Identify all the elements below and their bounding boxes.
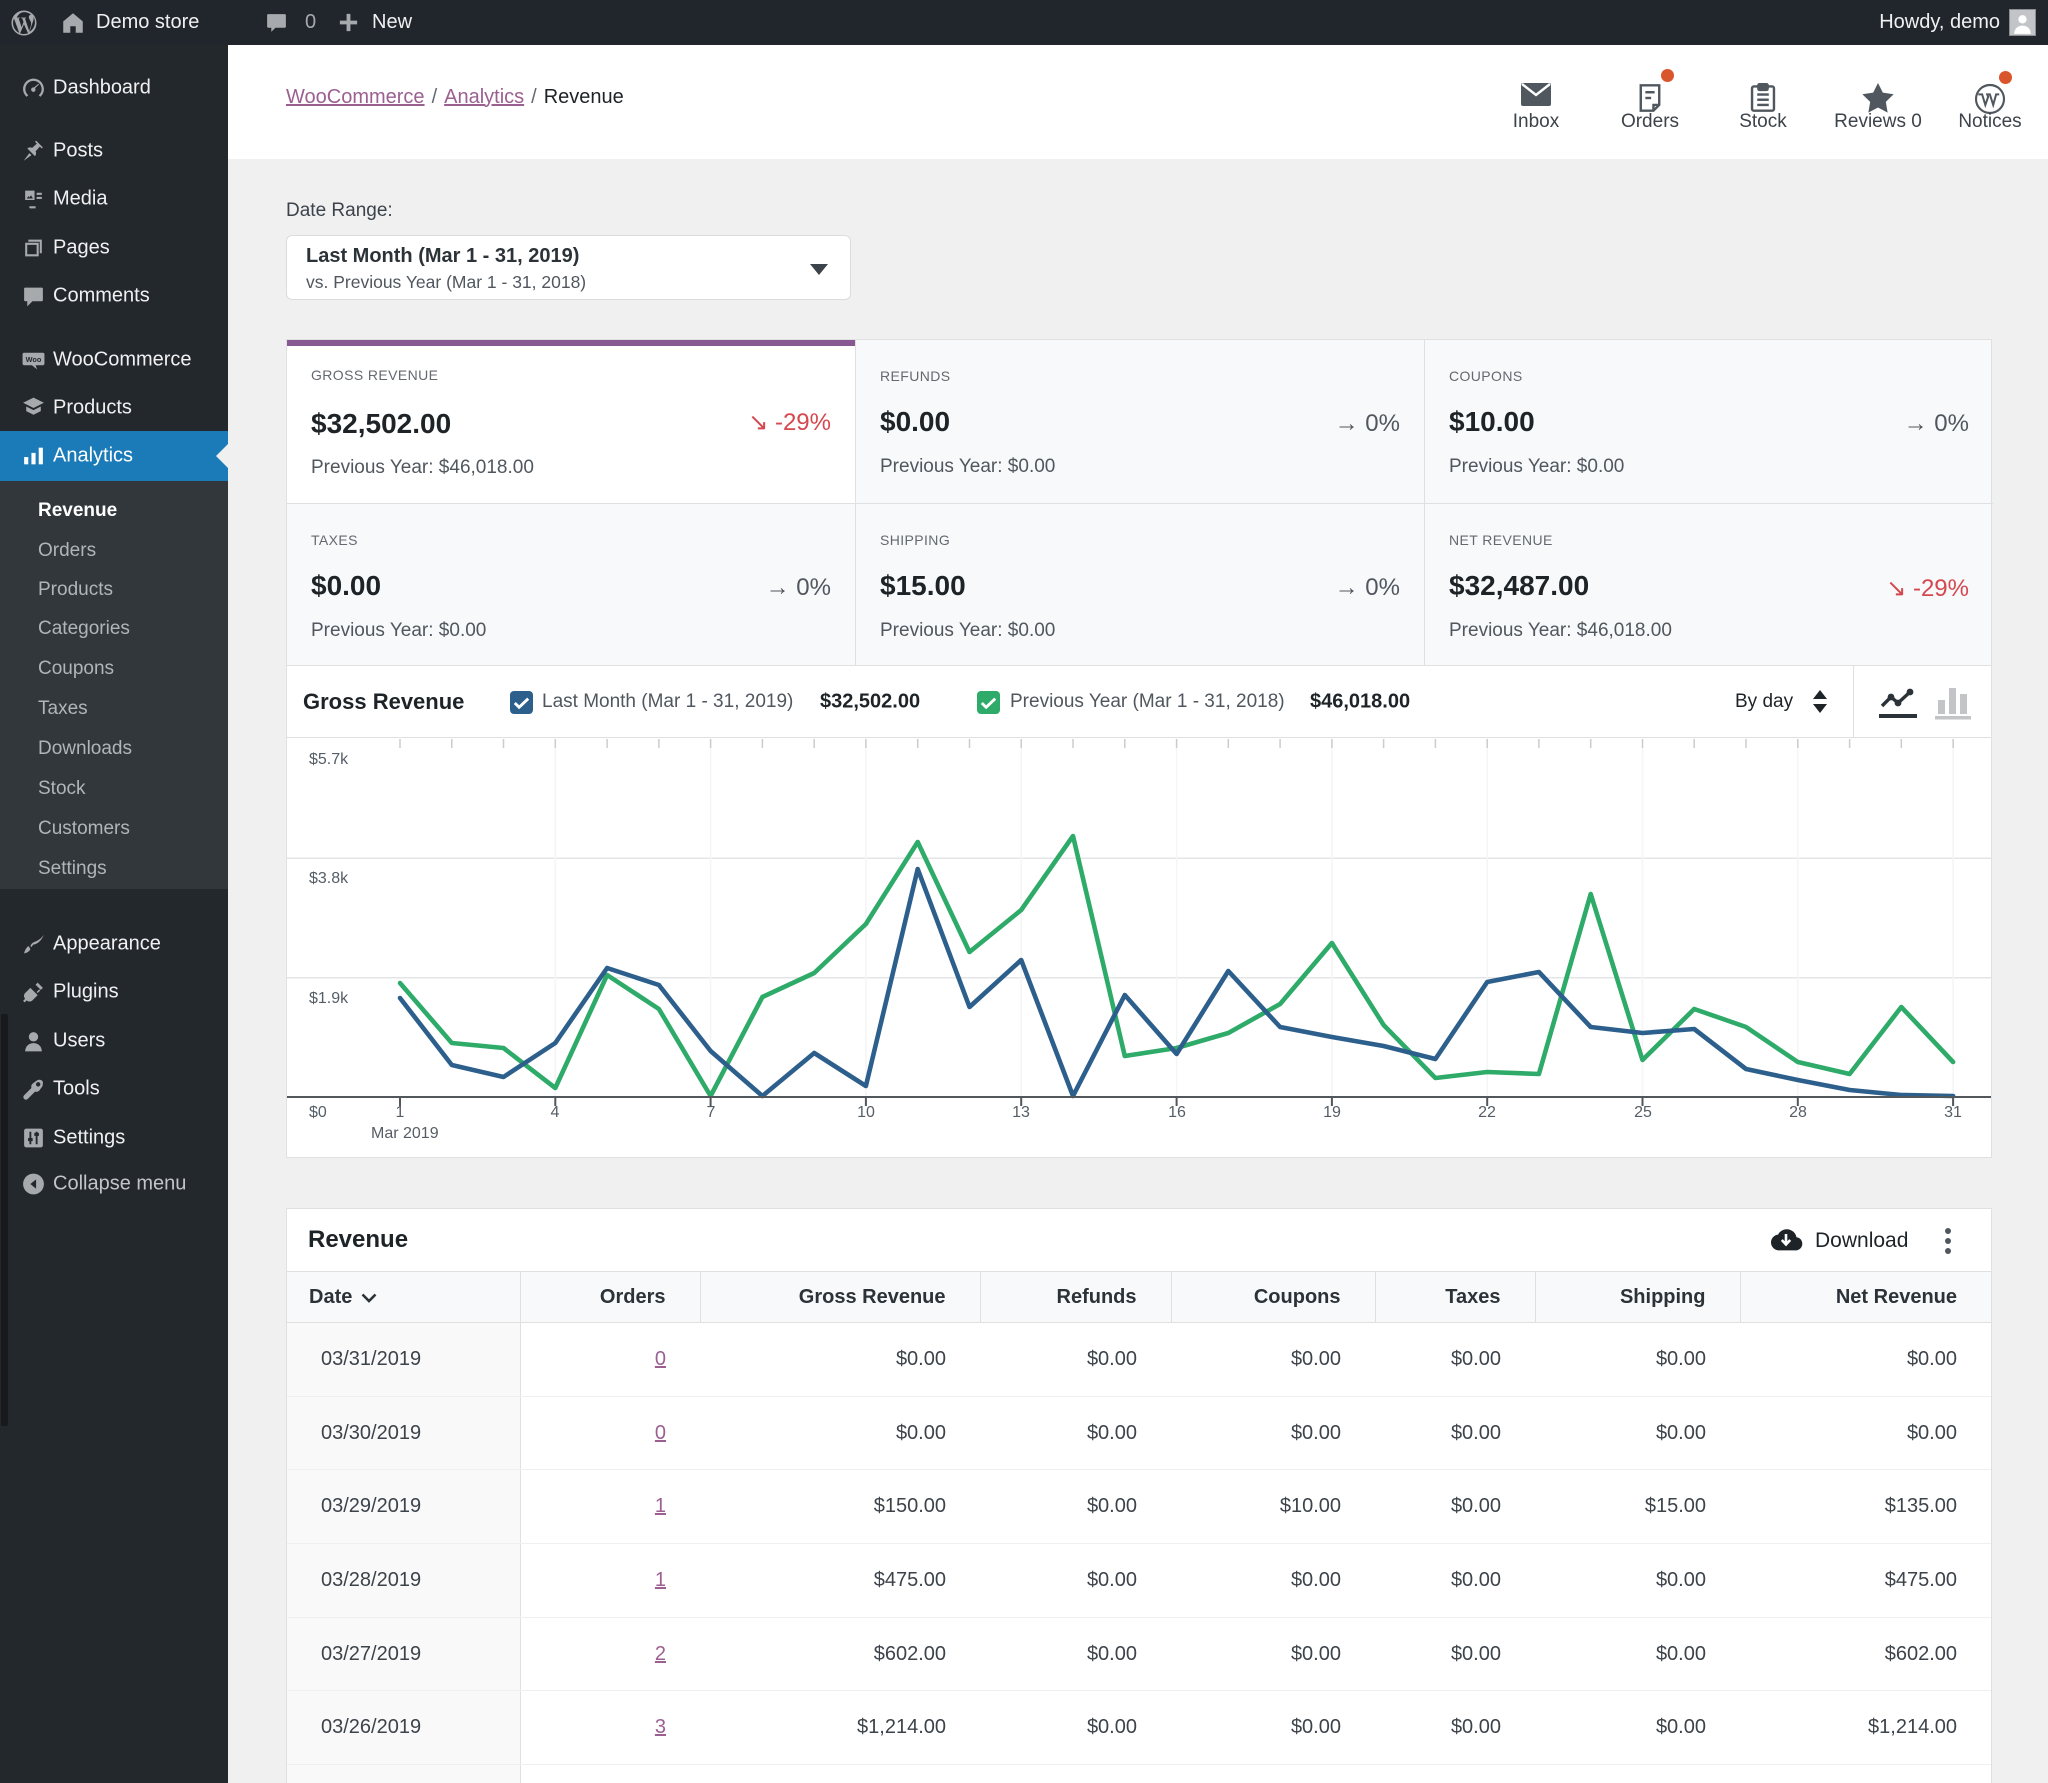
svg-text:22: 22 (1478, 1104, 1496, 1121)
svg-text:31: 31 (1944, 1104, 1962, 1121)
svg-text:25: 25 (1634, 1104, 1652, 1121)
svg-text:1: 1 (396, 1104, 405, 1121)
svg-text:$3.8k: $3.8k (309, 870, 349, 887)
svg-text:Mar 2019: Mar 2019 (371, 1125, 439, 1142)
svg-text:16: 16 (1168, 1104, 1186, 1121)
svg-text:$0: $0 (309, 1104, 327, 1121)
svg-text:$5.7k: $5.7k (309, 751, 349, 768)
svg-text:7: 7 (707, 1104, 716, 1121)
svg-text:4: 4 (551, 1104, 560, 1121)
svg-text:19: 19 (1323, 1104, 1341, 1121)
svg-text:10: 10 (857, 1104, 875, 1121)
svg-text:Woo: Woo (26, 355, 42, 364)
svg-text:28: 28 (1789, 1104, 1807, 1121)
svg-text:$1.9k: $1.9k (309, 990, 349, 1007)
svg-text:13: 13 (1012, 1104, 1030, 1121)
